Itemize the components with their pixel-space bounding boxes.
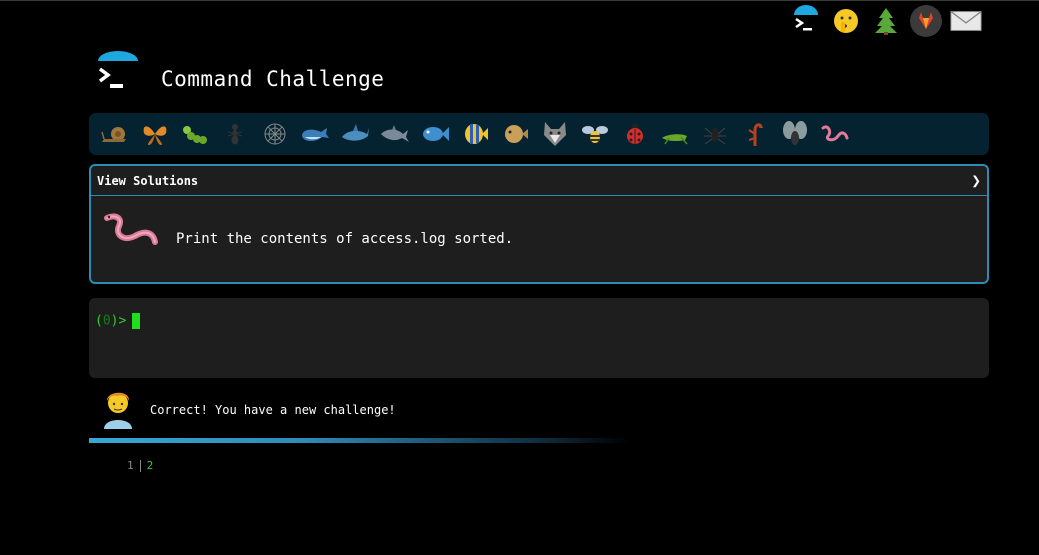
cricket-icon[interactable] bbox=[655, 118, 695, 150]
challenge-body: Print the contents of access.log sorted. bbox=[91, 196, 987, 284]
gitlab-icon[interactable] bbox=[910, 5, 942, 37]
spider-web-icon[interactable] bbox=[255, 118, 295, 150]
feedback-text: Correct! You have a new challenge! bbox=[150, 403, 396, 417]
feedback-message: Correct! You have a new challenge! bbox=[100, 387, 396, 433]
progress-bar bbox=[89, 438, 629, 443]
tree-icon[interactable] bbox=[870, 5, 902, 37]
ladybug-icon[interactable] bbox=[615, 118, 655, 150]
pager-separator bbox=[139, 459, 141, 472]
prompt-close: )> bbox=[110, 313, 127, 329]
challenge-card: View Solutions ❯ Print the contents of a… bbox=[89, 164, 989, 284]
blowfish-icon[interactable] bbox=[495, 118, 535, 150]
mail-icon[interactable] bbox=[950, 5, 982, 37]
challenge-pager: 1 2 bbox=[127, 459, 153, 472]
ant-icon[interactable] bbox=[215, 118, 255, 150]
scorpion-icon[interactable] bbox=[735, 118, 775, 150]
shark-icon[interactable] bbox=[335, 118, 375, 150]
whale-icon[interactable] bbox=[295, 118, 335, 150]
terminal-prompt: (0)> bbox=[95, 314, 126, 329]
page-title: Command Challenge bbox=[161, 67, 385, 91]
shushing-face-icon[interactable] bbox=[830, 5, 862, 37]
snail-icon[interactable] bbox=[95, 118, 135, 150]
top-icon-bar bbox=[790, 5, 982, 37]
progress-fill bbox=[89, 438, 629, 443]
prompt-count: 0 bbox=[102, 313, 111, 329]
fish-icon[interactable] bbox=[415, 118, 455, 150]
terminal-logo-icon[interactable] bbox=[790, 5, 822, 37]
caterpillar-icon[interactable] bbox=[175, 118, 215, 150]
spider-icon[interactable] bbox=[695, 118, 735, 150]
worm-icon bbox=[103, 212, 159, 256]
fly-icon[interactable] bbox=[775, 118, 815, 150]
pager-item-2[interactable]: 2 bbox=[147, 459, 154, 472]
butterfly-icon[interactable] bbox=[135, 118, 175, 150]
view-solutions-label: View Solutions bbox=[97, 173, 199, 188]
app-window: Command Challenge View Solutions ❯ Print… bbox=[0, 0, 1039, 555]
pager-item-1[interactable]: 1 bbox=[127, 459, 134, 472]
app-logo-icon bbox=[96, 51, 140, 95]
wolf-icon[interactable] bbox=[535, 118, 575, 150]
chevron-right-icon: ❯ bbox=[971, 171, 981, 190]
terminal-cursor bbox=[132, 313, 141, 329]
challenge-description: Print the contents of access.log sorted. bbox=[176, 231, 514, 247]
terminal-input[interactable]: (0)> bbox=[89, 298, 989, 378]
bee-icon[interactable] bbox=[575, 118, 615, 150]
person-avatar-icon bbox=[100, 387, 136, 433]
view-solutions-toggle[interactable]: View Solutions ❯ bbox=[91, 166, 987, 196]
worm-icon[interactable] bbox=[815, 118, 855, 150]
challenge-animal-bar bbox=[89, 113, 989, 155]
dolphin-icon[interactable] bbox=[375, 118, 415, 150]
tropical-fish-icon[interactable] bbox=[455, 118, 495, 150]
prompt-open-paren: ( bbox=[95, 313, 103, 329]
